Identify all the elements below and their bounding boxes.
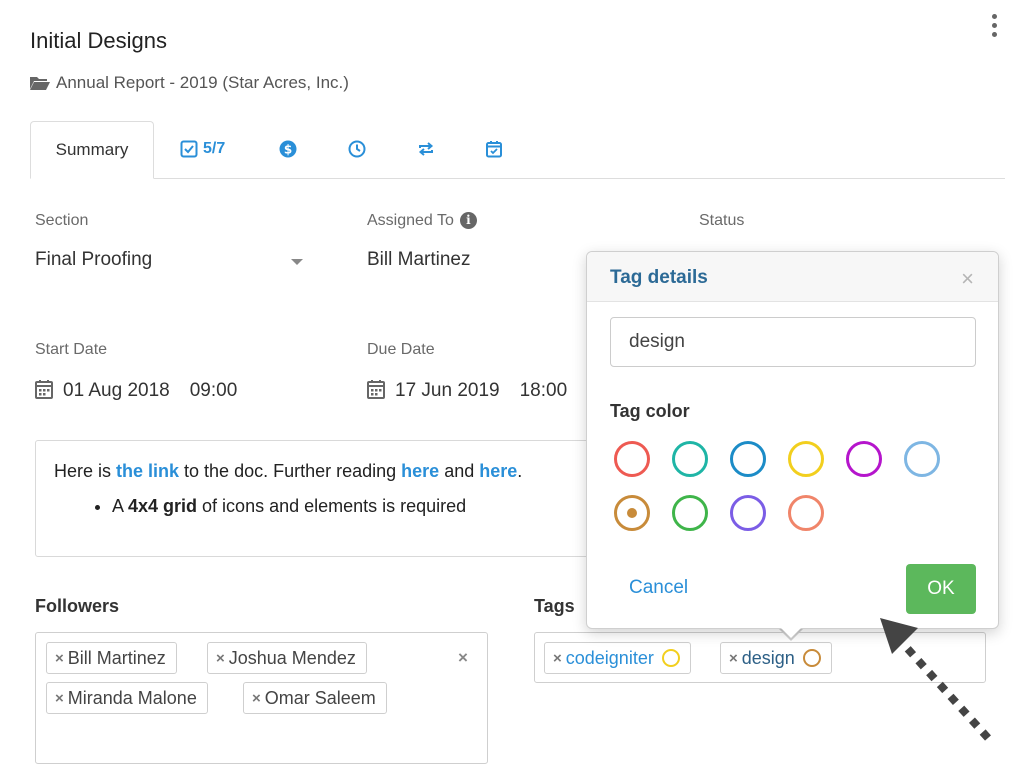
assigned-to-label-text: Assigned To (367, 212, 454, 229)
clear-all-icon[interactable]: × (458, 648, 468, 668)
reading-link-1[interactable]: here (401, 461, 439, 481)
follower-chip[interactable]: × Joshua Mendez (207, 642, 367, 674)
due-time-value: 18:00 (519, 380, 568, 401)
folder-open-icon (30, 77, 50, 90)
tag-name-input[interactable] (610, 317, 976, 367)
color-swatch-salmon[interactable] (788, 495, 824, 531)
color-swatch-red[interactable] (614, 441, 650, 477)
tag-details-popover: Tag details × Tag color Cancel OK (586, 251, 999, 629)
tags-label: Tags (534, 596, 575, 616)
arrow-annotation-icon (880, 618, 991, 741)
remove-icon[interactable]: × (729, 650, 738, 667)
due-date-value: 17 Jun 2019 (395, 380, 500, 401)
start-date-field[interactable]: 01 Aug 2018 09:00 (35, 379, 237, 402)
chevron-down-icon[interactable] (291, 259, 303, 265)
checklist-count: 5/7 (203, 140, 226, 157)
follower-name: Joshua Mendez (228, 647, 356, 668)
follower-name: Bill Martinez (67, 647, 166, 668)
color-swatch-brown-selected[interactable] (614, 495, 650, 531)
repeat-icon (418, 142, 434, 156)
desc-text: Here is (54, 461, 117, 481)
list-text: A (112, 496, 129, 516)
color-swatch-yellow[interactable] (788, 441, 824, 477)
follower-name: Miranda Malone (67, 687, 197, 708)
assigned-to-value[interactable]: Bill Martinez (367, 249, 470, 271)
remove-icon[interactable]: × (216, 650, 225, 667)
tag-color-ring-icon[interactable] (661, 649, 680, 667)
selected-dot-icon (627, 508, 637, 518)
remove-icon[interactable]: × (55, 650, 64, 667)
info-icon[interactable]: i (459, 212, 477, 229)
due-date-field[interactable]: 17 Jun 2019 18:00 (367, 379, 587, 402)
popover-arrow-inner (779, 626, 803, 638)
followers-label: Followers (35, 596, 120, 616)
remove-icon[interactable]: × (55, 690, 64, 707)
cancel-button[interactable]: Cancel (629, 577, 688, 599)
close-icon[interactable]: × (961, 266, 974, 292)
list-item: A 4x4 grid of icons and elements is requ… (112, 496, 576, 517)
list-bold-text: 4x4 grid (128, 496, 198, 516)
color-swatch-light-blue[interactable] (904, 441, 940, 477)
reading-link-2[interactable]: here (479, 461, 517, 481)
breadcrumb[interactable]: Annual Report - 2019 (Star Acres, Inc.) (30, 73, 349, 93)
checkbox-checked-icon (180, 140, 198, 158)
follower-chip[interactable]: × Bill Martinez (46, 642, 177, 674)
color-swatch-green[interactable] (672, 495, 708, 531)
description-list: A 4x4 grid of icons and elements is requ… (54, 496, 576, 517)
tag-name: design (741, 647, 795, 668)
dollar-icon: $ (279, 140, 297, 158)
tab-budget[interactable]: $ (279, 136, 297, 162)
section-select[interactable]: Final Proofing (35, 249, 152, 271)
start-date-value: 01 Aug 2018 (63, 380, 170, 401)
due-date-label: Due Date (367, 341, 435, 358)
desc-text: . (517, 461, 523, 481)
list-text: of icons and elements is required (197, 496, 467, 516)
tab-checklist[interactable]: 5/7 (180, 136, 225, 162)
breadcrumb-project: Annual Report - 2019 (Star Acres, Inc.) (56, 73, 349, 92)
color-swatch-teal[interactable] (672, 441, 708, 477)
section-label: Section (35, 212, 89, 229)
more-options-icon[interactable] (986, 14, 1002, 42)
assigned-to-label: Assigned To i (367, 212, 477, 230)
status-label: Status (699, 212, 745, 229)
desc-text: and (439, 461, 480, 481)
tag-name: codeigniter (565, 647, 654, 668)
start-time-value: 09:00 (189, 380, 238, 401)
tag-color-ring-icon[interactable] (802, 649, 821, 667)
tab-calendar[interactable] (485, 136, 503, 162)
tag-chip-design[interactable]: × design (720, 642, 832, 674)
remove-icon[interactable]: × (252, 690, 261, 707)
desc-text: to the doc. Further reading (179, 461, 402, 481)
page-title: Initial Designs (30, 28, 167, 53)
popover-title: Tag details (610, 267, 708, 288)
follower-chip[interactable]: × Omar Saleem (243, 682, 387, 714)
clock-icon (348, 140, 366, 158)
description-paragraph: Here is the link to the doc. Further rea… (54, 461, 576, 482)
tab-divider (30, 178, 1005, 179)
calendar-icon (35, 380, 53, 399)
tab-recurring[interactable] (417, 136, 435, 162)
calendar-check-icon (486, 141, 502, 158)
start-date-label: Start Date (35, 341, 108, 358)
tab-time[interactable] (348, 136, 366, 162)
doc-link[interactable]: the link (116, 461, 179, 481)
color-swatch-violet[interactable] (730, 495, 766, 531)
follower-chip[interactable]: × Miranda Malone (46, 682, 208, 714)
calendar-icon (367, 380, 385, 399)
tag-chip-codeigniter[interactable]: × codeigniter (544, 642, 691, 674)
description-box[interactable]: Here is the link to the doc. Further rea… (35, 440, 595, 557)
tag-color-label: Tag color (610, 401, 690, 421)
color-swatch-blue[interactable] (730, 441, 766, 477)
color-swatch-purple[interactable] (846, 441, 882, 477)
ok-button[interactable]: OK (906, 564, 976, 614)
follower-name: Omar Saleem (264, 687, 376, 708)
svg-text:$: $ (284, 143, 292, 157)
tab-summary[interactable]: Summary (30, 121, 154, 179)
remove-icon[interactable]: × (553, 650, 562, 667)
